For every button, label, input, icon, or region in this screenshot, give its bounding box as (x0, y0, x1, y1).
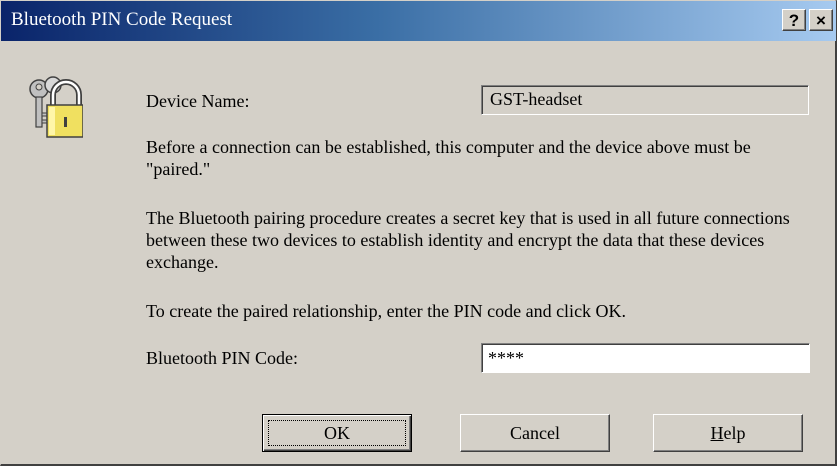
pin-code-label: Bluetooth PIN Code: (146, 348, 298, 368)
cancel-button[interactable]: Cancel (460, 414, 610, 452)
help-button-accelerator: H (710, 423, 724, 443)
keys-lock-icon (29, 76, 83, 138)
pairing-description-text: The Bluetooth pairing procedure creates … (146, 208, 790, 272)
focus-rectangle (268, 420, 406, 446)
cancel-button-label: Cancel (510, 423, 560, 443)
help-title-button[interactable]: ? (782, 9, 806, 31)
ok-button[interactable]: OK (262, 414, 412, 452)
pairing-intro-text: Before a connection can be established, … (146, 137, 751, 179)
device-name-label: Device Name: (146, 91, 250, 111)
title-bar[interactable]: Bluetooth PIN Code Request ? × (1, 1, 836, 41)
close-button[interactable]: × (809, 9, 833, 31)
help-button-label: elp (723, 423, 746, 443)
instruction-text: To create the paired relationship, enter… (146, 301, 627, 321)
pin-request-dialog: Bluetooth PIN Code Request ? × Device Na… (0, 0, 837, 466)
window-title: Bluetooth PIN Code Request (11, 9, 233, 30)
device-name-field: GST-headset (481, 85, 809, 115)
help-button[interactable]: Help (653, 414, 803, 452)
pin-code-input[interactable] (481, 343, 810, 373)
